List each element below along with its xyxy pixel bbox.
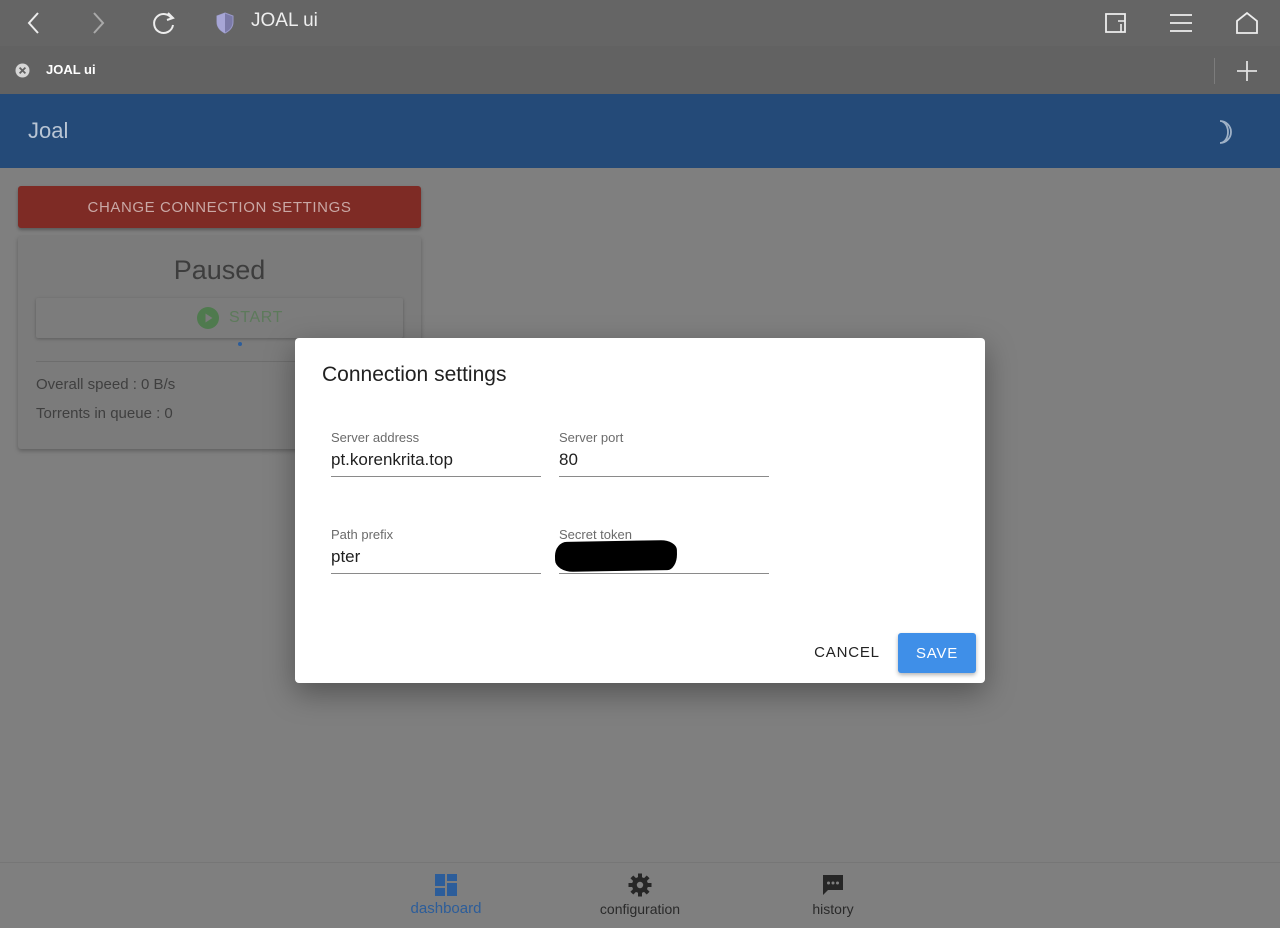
back-button[interactable]: [17, 6, 51, 40]
nav-dashboard[interactable]: dashboard: [376, 863, 516, 928]
redaction-mark: [554, 539, 678, 573]
chat-icon: [823, 875, 843, 895]
start-button[interactable]: START: [36, 298, 403, 338]
moon-icon: [1219, 120, 1232, 144]
tab-title[interactable]: JOAL ui: [46, 62, 96, 77]
page-title: JOAL ui: [251, 10, 318, 31]
start-label: START: [229, 309, 283, 326]
change-connection-settings-button[interactable]: CHANGE CONNECTION SETTINGS: [18, 186, 421, 228]
server-port-field[interactable]: Server port 80: [559, 430, 769, 490]
tabs-overview-button[interactable]: [1099, 6, 1133, 40]
progress-indicator: [238, 342, 242, 346]
close-icon: [15, 63, 30, 78]
server-address-input[interactable]: pt.korenkrita.top: [331, 450, 453, 470]
field-underline: [331, 573, 541, 574]
new-tab-button[interactable]: [1235, 59, 1259, 83]
nav-configuration[interactable]: configuration: [570, 863, 710, 928]
path-prefix-input[interactable]: pter: [331, 547, 360, 567]
torrents-in-queue: Torrents in queue : 0: [36, 405, 173, 422]
server-port-input[interactable]: 80: [559, 450, 578, 470]
home-button[interactable]: [1230, 6, 1264, 40]
browser-toolbar: JOAL ui: [0, 0, 1280, 46]
close-tab-button[interactable]: [15, 63, 30, 78]
menu-button[interactable]: [1164, 6, 1198, 40]
nav-history-label: history: [812, 901, 854, 917]
tab-bar: JOAL ui: [0, 46, 1280, 94]
secret-token-label: Secret token: [559, 527, 632, 542]
play-circle-icon: [197, 307, 219, 329]
server-address-label: Server address: [331, 430, 420, 445]
save-button[interactable]: SAVE: [898, 633, 976, 673]
site-shield-button[interactable]: [208, 6, 242, 40]
nav-history[interactable]: history: [763, 863, 903, 928]
secret-token-field[interactable]: Secret token: [554, 527, 769, 587]
tab-divider: [1214, 58, 1215, 84]
nav-dashboard-label: dashboard: [410, 900, 482, 917]
cancel-button[interactable]: CANCEL: [804, 632, 890, 672]
field-underline: [559, 476, 769, 477]
connection-settings-dialog: Connection settings Server address pt.ko…: [295, 338, 985, 683]
chevron-left-icon: [27, 12, 39, 34]
status-title: Paused: [173, 255, 266, 285]
path-prefix-label: Path prefix: [331, 527, 394, 542]
dashboard-icon: [435, 874, 457, 896]
nav-configuration-label: configuration: [599, 901, 681, 917]
shield-icon: [216, 12, 234, 34]
home-icon: [1236, 11, 1258, 34]
app-bar: Joal: [0, 94, 1280, 168]
bottom-navigation: dashboard configuration history: [0, 862, 1280, 928]
gear-icon: [628, 873, 652, 897]
field-underline: [559, 573, 769, 574]
tabs-icon: [1105, 13, 1126, 33]
dialog-title: Connection settings: [322, 363, 507, 386]
path-prefix-field[interactable]: Path prefix pter: [331, 527, 541, 587]
overall-speed: Overall speed : 0 B/s: [36, 376, 176, 393]
reload-icon: [153, 12, 175, 34]
menu-icon: [1170, 14, 1192, 32]
forward-button[interactable]: [81, 6, 115, 40]
server-address-field[interactable]: Server address pt.korenkrita.top: [331, 430, 541, 490]
app-title: Joal: [28, 118, 69, 143]
theme-toggle-button[interactable]: [1208, 115, 1242, 149]
field-underline: [331, 476, 541, 477]
plus-icon: [1237, 61, 1257, 81]
chevron-right-icon: [93, 12, 105, 34]
server-port-label: Server port: [559, 430, 624, 445]
reload-button[interactable]: [147, 6, 181, 40]
